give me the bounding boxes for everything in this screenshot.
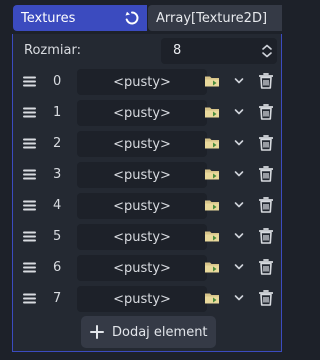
trash-icon[interactable] <box>259 197 273 213</box>
resource-value: <pusty> <box>113 74 171 90</box>
chevron-down-icon[interactable] <box>234 294 244 302</box>
chevron-down-icon[interactable] <box>234 139 244 147</box>
resource-picker[interactable]: <pusty> <box>77 286 207 312</box>
drag-handle-icon[interactable] <box>23 231 36 242</box>
trash-icon[interactable] <box>259 228 273 244</box>
resource-value: <pusty> <box>113 136 171 152</box>
resource-value: <pusty> <box>113 229 171 245</box>
resource-picker[interactable]: <pusty> <box>77 100 207 126</box>
drag-handle-icon[interactable] <box>23 76 36 87</box>
element-index: 4 <box>53 198 62 213</box>
resource-value: <pusty> <box>113 260 171 276</box>
array-element-row: 2 <pusty> <box>13 130 281 158</box>
resource-value: <pusty> <box>113 167 171 183</box>
drag-handle-icon[interactable] <box>23 169 36 180</box>
resource-picker[interactable]: <pusty> <box>77 255 207 281</box>
size-value: 8 <box>173 43 182 58</box>
size-row: Rozmiar: 8 <box>13 37 281 65</box>
property-label: Textures <box>13 5 147 31</box>
resource-value: <pusty> <box>113 105 171 121</box>
add-element-button[interactable]: Dodaj element <box>81 316 216 348</box>
resource-picker[interactable]: <pusty> <box>77 131 207 157</box>
resource-value: <pusty> <box>113 291 171 307</box>
folder-load-icon[interactable] <box>204 74 220 88</box>
element-index: 0 <box>53 74 62 89</box>
array-editor-panel: Rozmiar: 8 0 <pusty> 1 <pusty> 2 <pusty>… <box>12 34 282 352</box>
add-element-label: Dodaj element <box>112 324 208 340</box>
drag-handle-icon[interactable] <box>23 200 36 211</box>
array-element-row: 7 <pusty> <box>13 285 281 313</box>
trash-icon[interactable] <box>259 290 273 306</box>
trash-icon[interactable] <box>259 166 273 182</box>
array-element-row: 5 <pusty> <box>13 223 281 251</box>
resource-picker[interactable]: <pusty> <box>77 69 207 95</box>
drag-handle-icon[interactable] <box>23 293 36 304</box>
size-label: Rozmiar: <box>24 43 81 58</box>
array-type-label: Array[Texture2D] <box>156 10 268 26</box>
size-spinbox[interactable]: 8 <box>161 38 277 64</box>
chevron-down-icon[interactable] <box>234 77 244 85</box>
folder-load-icon[interactable] <box>204 167 220 181</box>
folder-load-icon[interactable] <box>204 291 220 305</box>
drag-handle-icon[interactable] <box>23 262 36 273</box>
trash-icon[interactable] <box>259 104 273 120</box>
array-element-row: 3 <pusty> <box>13 161 281 189</box>
chevron-down-icon[interactable] <box>234 170 244 178</box>
element-index: 5 <box>53 229 62 244</box>
array-element-row: 0 <pusty> <box>13 68 281 96</box>
element-index: 6 <box>53 260 62 275</box>
array-element-row: 1 <pusty> <box>13 99 281 127</box>
resource-picker[interactable]: <pusty> <box>77 224 207 250</box>
array-element-row: 4 <pusty> <box>13 192 281 220</box>
drag-handle-icon[interactable] <box>23 107 36 118</box>
chevron-down-icon[interactable] <box>234 232 244 240</box>
trash-icon[interactable] <box>259 135 273 151</box>
folder-load-icon[interactable] <box>204 136 220 150</box>
element-index: 7 <box>53 291 62 306</box>
folder-load-icon[interactable] <box>204 229 220 243</box>
revert-icon[interactable] <box>124 10 140 26</box>
folder-load-icon[interactable] <box>204 198 220 212</box>
resource-picker[interactable]: <pusty> <box>77 193 207 219</box>
chevron-down-icon[interactable] <box>234 108 244 116</box>
element-index: 3 <box>53 167 62 182</box>
drag-handle-icon[interactable] <box>23 138 36 149</box>
array-type-button[interactable]: Array[Texture2D] <box>148 5 282 31</box>
updown-spinner-icon[interactable] <box>261 44 273 58</box>
element-index: 2 <box>53 136 62 151</box>
trash-icon[interactable] <box>259 73 273 89</box>
resource-picker[interactable]: <pusty> <box>77 162 207 188</box>
property-name: Textures <box>21 10 76 26</box>
property-header: Textures Array[Texture2D] <box>0 0 282 35</box>
array-element-row: 6 <pusty> <box>13 254 281 282</box>
folder-load-icon[interactable] <box>204 105 220 119</box>
folder-load-icon[interactable] <box>204 260 220 274</box>
trash-icon[interactable] <box>259 259 273 275</box>
chevron-down-icon[interactable] <box>234 201 244 209</box>
plus-icon <box>90 325 104 339</box>
chevron-down-icon[interactable] <box>234 263 244 271</box>
resource-value: <pusty> <box>113 198 171 214</box>
element-index: 1 <box>53 105 62 120</box>
